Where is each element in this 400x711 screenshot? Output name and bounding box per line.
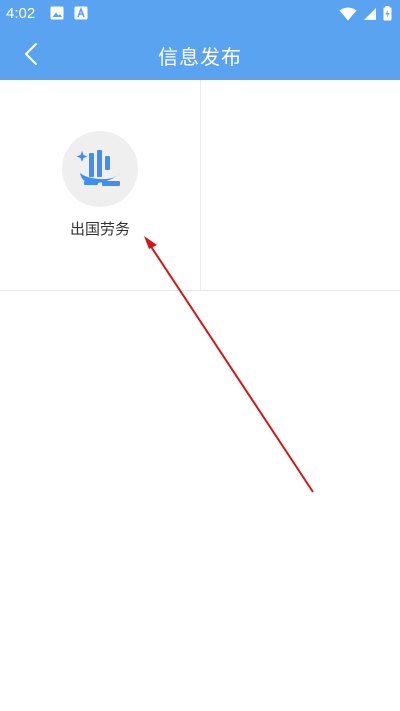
status-bar: 4:02 [0, 0, 400, 28]
status-notification-icons [50, 6, 88, 20]
screen: 4:02 信息发布 出国劳务 [0, 0, 400, 711]
wifi-icon [339, 7, 357, 20]
labor-abroad-icon [76, 150, 120, 186]
category-icon-badge [62, 131, 138, 207]
text-a-icon [74, 6, 88, 20]
category-grid: 出国劳务 [0, 80, 400, 291]
status-time: 4:02 [6, 5, 36, 22]
nav-bar: 信息发布 [0, 28, 400, 80]
grid-divider [200, 80, 201, 290]
status-system-icons [339, 6, 392, 21]
page-title: 信息发布 [158, 45, 242, 69]
grid-item-label: 出国劳务 [69, 220, 130, 238]
image-icon [50, 6, 64, 20]
grid-item-labor-abroad[interactable]: 出国劳务 [0, 80, 200, 290]
signal-icon [364, 7, 376, 20]
battery-charging-icon [383, 6, 392, 21]
